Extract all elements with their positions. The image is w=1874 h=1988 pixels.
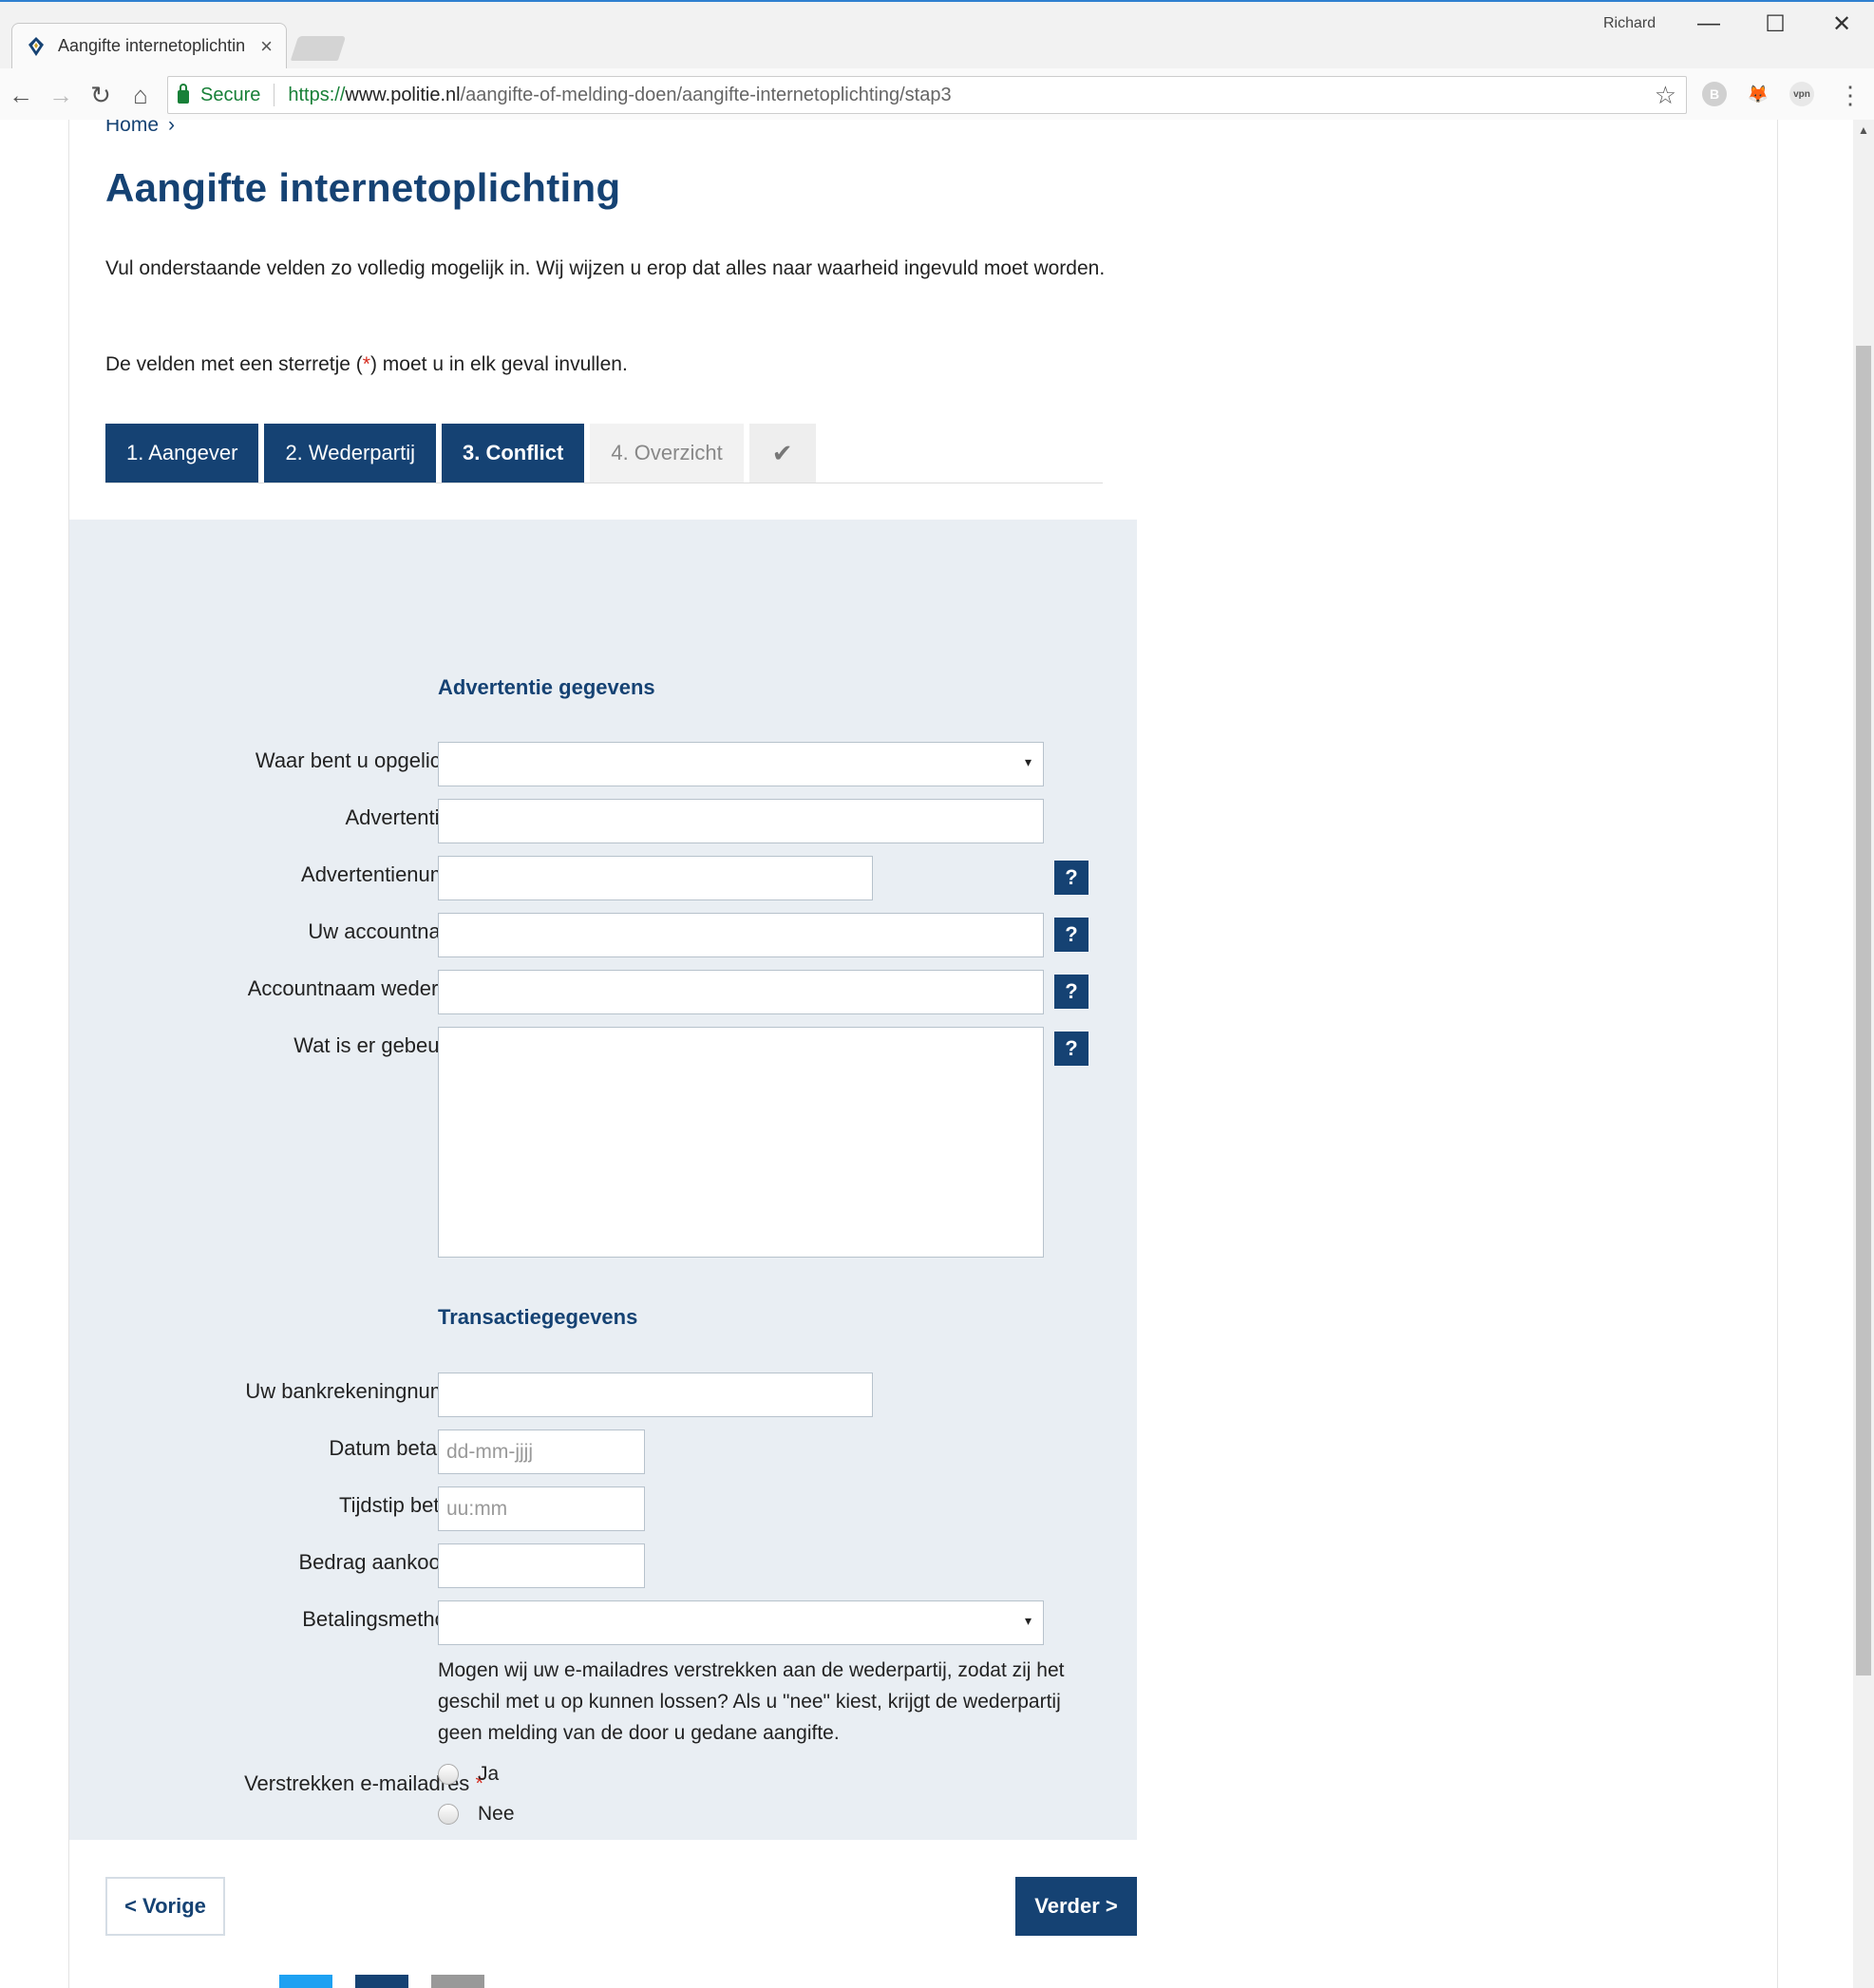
home-button[interactable]: ⌂ [123, 78, 158, 112]
url-host: www.politie.nl [345, 84, 461, 105]
secure-label: Secure [200, 84, 261, 105]
step-3-conflict[interactable]: 3. Conflict [441, 424, 585, 483]
tab-title: Aangifte internetoplichtin [58, 36, 246, 55]
label-accountnaam-wederpartij-wrap: Accountnaam wederpartij [69, 969, 483, 1013]
input-advertentienummer[interactable] [438, 856, 873, 900]
step-2-wederpartij[interactable]: 2. Wederpartij [264, 424, 436, 483]
step-1-aangever[interactable]: 1. Aangever [105, 424, 259, 483]
close-window-button[interactable]: ✕ [1816, 8, 1867, 40]
input-accountnaam[interactable] [438, 913, 1044, 957]
label-email-text: Verstrekken e-mailadres [244, 1771, 470, 1795]
page-viewport: Home › Aangifte internetoplichting Vul on… [0, 120, 1853, 1988]
verder-button[interactable]: Verder > [1015, 1877, 1137, 1936]
label-advertentietitel-wrap: Advertentietitel [69, 798, 483, 842]
label-datum-wrap: Datum betaling * [69, 1429, 483, 1472]
page-title: Aangifte internetoplichting [105, 165, 621, 210]
address-bar[interactable]: Secure https:// www.politie.nl /aangifte… [167, 76, 1687, 114]
radio-button[interactable] [438, 1804, 459, 1825]
required-note: De velden met een sterretje (*) moet u i… [105, 353, 628, 376]
step-navigation: 1. Aangever 2. Wederpartij 3. Conflict 4… [105, 424, 822, 483]
input-bedrag-aankoop[interactable] [438, 1543, 645, 1588]
url-scheme: https:// [288, 84, 346, 105]
section-title-transactie: Transactiegegevens [438, 1305, 638, 1329]
radio-label-ja: Ja [478, 1763, 500, 1785]
browser-toolbar: ← → ↻ ⌂ Secure https:// www.politie.nl /… [0, 68, 1874, 122]
required-note-star: * [362, 353, 370, 375]
label-accountnaam-wrap: Uw accountnaam * [69, 912, 483, 956]
input-accountnaam-wederpartij[interactable] [438, 970, 1044, 1014]
facebook-share-icon[interactable] [355, 1975, 408, 1988]
input-tijdstip-betaling[interactable]: uu:mm [438, 1486, 645, 1531]
label-advertentienummer-wrap: Advertentienummer [69, 855, 483, 899]
browser-chrome: Aangifte internetoplichtin × Richard — ☐… [0, 0, 1874, 122]
new-tab-button[interactable] [290, 36, 347, 61]
mail-share-icon[interactable] [431, 1975, 484, 1988]
label-email-wrap: Verstrekken e-mailadres * [69, 1764, 483, 1808]
radio-email-nee[interactable]: Nee [438, 1803, 515, 1826]
help-advertentienummer-button[interactable]: ? [1054, 861, 1088, 895]
textarea-wat-gebeurd[interactable] [438, 1027, 1044, 1258]
breadcrumb-home-link[interactable]: Home [105, 120, 159, 136]
help-accountnaam-button[interactable]: ? [1054, 918, 1088, 952]
extension-b-icon[interactable]: B [1702, 82, 1727, 106]
required-note-before: De velden met een sterretje ( [105, 353, 363, 375]
step-4-overzicht: 4. Overzicht [590, 424, 744, 483]
scroll-up-arrow-icon[interactable]: ▲ [1853, 120, 1874, 141]
required-note-after: ) moet u in elk geval invullen. [369, 353, 628, 375]
bookmark-star-icon[interactable]: ☆ [1655, 81, 1676, 110]
radio-button[interactable] [438, 1764, 459, 1785]
conflict-form-panel: Advertentie gegevens Waar bent u opgelic… [69, 520, 1137, 1840]
reload-button[interactable]: ↻ [84, 78, 118, 112]
vorige-button[interactable]: < Vorige [105, 1877, 225, 1936]
browser-tab-active[interactable]: Aangifte internetoplichtin × [11, 23, 287, 68]
content-border-right [1777, 120, 1778, 1988]
label-tijdstip-wrap: Tijdstip betaling [69, 1486, 483, 1529]
input-bankrekeningnummer[interactable] [438, 1373, 873, 1417]
label-wat-gebeurd-wrap: Wat is er gebeurd? * [69, 1026, 483, 1070]
url-path: /aangifte-of-melding-doen/aangifte-inter… [460, 84, 952, 105]
browser-menu-icon[interactable]: ⋮ [1833, 78, 1867, 112]
tab-strip: Aangifte internetoplichtin × Richard — ☐… [0, 2, 1874, 68]
radio-label-nee: Nee [478, 1803, 515, 1825]
minimize-button[interactable]: — [1683, 8, 1734, 40]
politie-favicon-icon [28, 36, 44, 56]
intro-text: Vul onderstaande velden zo volledig moge… [105, 257, 1106, 279]
select-waar-opgelicht[interactable] [438, 742, 1044, 786]
label-waar-wrap: Waar bent u opgelicht? * [69, 741, 483, 785]
select-betalingsmethode[interactable] [438, 1600, 1044, 1645]
help-accountnaam-wederpartij-button[interactable]: ? [1054, 975, 1088, 1009]
label-bedrag-wrap: Bedrag aankoop € * [69, 1543, 483, 1586]
back-button[interactable]: ← [4, 78, 38, 112]
lock-icon [178, 84, 189, 104]
page-scrollbar[interactable]: ▲ [1853, 120, 1874, 1988]
section-title-advertentie: Advertentie gegevens [438, 675, 655, 699]
email-consent-text: Mogen wij uw e-mailadres verstrekken aan… [438, 1659, 1065, 1744]
metamask-extension-icon[interactable]: 🦊 [1746, 82, 1770, 106]
forward-button[interactable]: → [44, 78, 78, 112]
input-datum-betaling[interactable]: dd-mm-jjjj [438, 1429, 645, 1474]
breadcrumb: Home › [105, 120, 175, 137]
radio-email-ja[interactable]: Ja [438, 1763, 499, 1786]
step-complete-check-icon: ✔ [748, 424, 816, 483]
profile-name[interactable]: Richard [1603, 15, 1656, 32]
input-advertentietitel[interactable] [438, 799, 1044, 843]
twitter-share-icon[interactable] [279, 1975, 332, 1988]
scrollbar-thumb[interactable] [1856, 346, 1871, 1676]
label-betalingsmethode-wrap: Betalingsmethode * [69, 1600, 483, 1643]
tab-close-icon[interactable]: × [260, 34, 273, 59]
breadcrumb-chevron-icon: › [168, 120, 176, 136]
label-bankrekening-wrap: Uw bankrekeningnummer [69, 1372, 483, 1415]
vpn-extension-icon[interactable]: vpn [1789, 82, 1814, 106]
maximize-button[interactable]: ☐ [1750, 8, 1801, 40]
help-wat-gebeurd-button[interactable]: ? [1054, 1032, 1088, 1066]
